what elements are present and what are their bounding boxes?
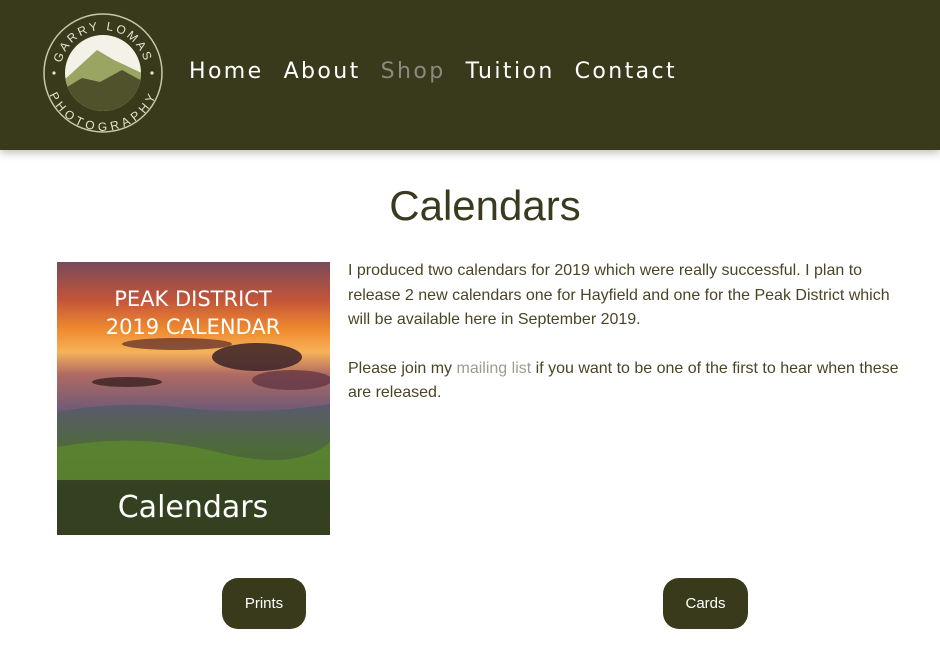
cards-button[interactable]: Cards [663,578,748,629]
calendar-cover-image[interactable]: PEAK DISTRICT 2019 CALENDAR Calendars [57,262,330,535]
site-logo[interactable]: GARRY LOMAS PHOTOGRAPHY [42,12,164,134]
nav-shop[interactable]: Shop [381,58,446,86]
nav-tuition[interactable]: Tuition [466,58,555,86]
prints-button[interactable]: Prints [222,578,306,629]
paragraph2-before: Please join my [348,359,457,377]
main-nav: Home About Shop Tuition Contact [189,58,697,86]
cover-caption: Calendars [118,490,269,525]
description-paragraph-1: I produced two calendars for 2019 which … [348,262,890,328]
nav-home[interactable]: Home [189,58,264,86]
nav-contact[interactable]: Contact [575,58,677,86]
cover-line1: PEAK DISTRICT [114,287,272,311]
site-header: GARRY LOMAS PHOTOGRAPHY Home About Shop … [0,0,940,150]
page-title: Calendars [389,182,581,229]
cover-line2: 2019 CALENDAR [106,315,281,339]
mailing-list-link[interactable]: mailing list [457,360,532,377]
description-paragraph-2: Please join my mailing list if you want … [348,357,913,406]
calendar-description: I produced two calendars for 2019 which … [348,259,913,430]
nav-about[interactable]: About [284,58,361,86]
